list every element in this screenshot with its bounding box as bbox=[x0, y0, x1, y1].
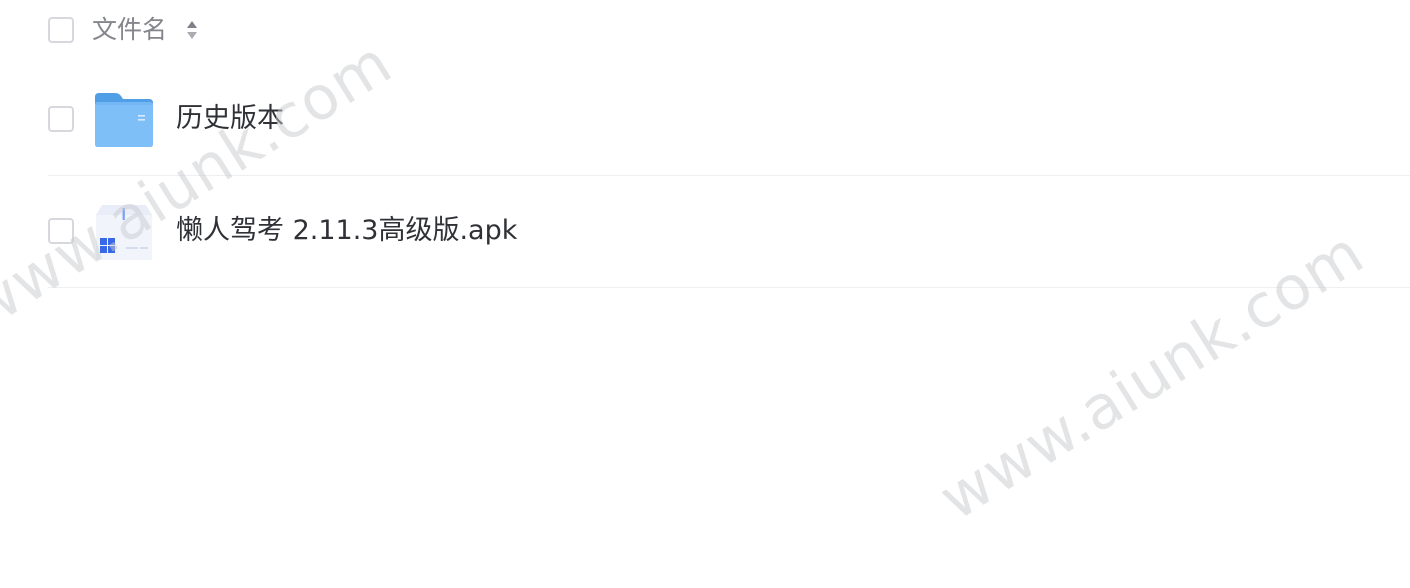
file-row-apk[interactable]: 懒人驾考 2.11.3高级版.apk bbox=[48, 175, 1410, 288]
file-name-column-header[interactable]: 文件名 bbox=[92, 12, 167, 48]
apk-file-icon bbox=[94, 203, 154, 261]
row-checkbox[interactable] bbox=[48, 218, 74, 244]
file-row-folder[interactable]: 历史版本 bbox=[48, 63, 1410, 176]
sort-updown-icon[interactable] bbox=[184, 18, 200, 44]
file-list: 文件名 历史版本 懒人驾考 2.11.3高级版.apk bbox=[0, 0, 1410, 588]
file-name[interactable]: 懒人驾考 2.11.3高级版.apk bbox=[176, 212, 517, 250]
select-all-checkbox[interactable] bbox=[48, 17, 74, 43]
file-name[interactable]: 历史版本 bbox=[176, 100, 284, 138]
folder-icon bbox=[94, 91, 154, 149]
file-list-header: 文件名 bbox=[0, 0, 1410, 62]
row-checkbox[interactable] bbox=[48, 106, 74, 132]
